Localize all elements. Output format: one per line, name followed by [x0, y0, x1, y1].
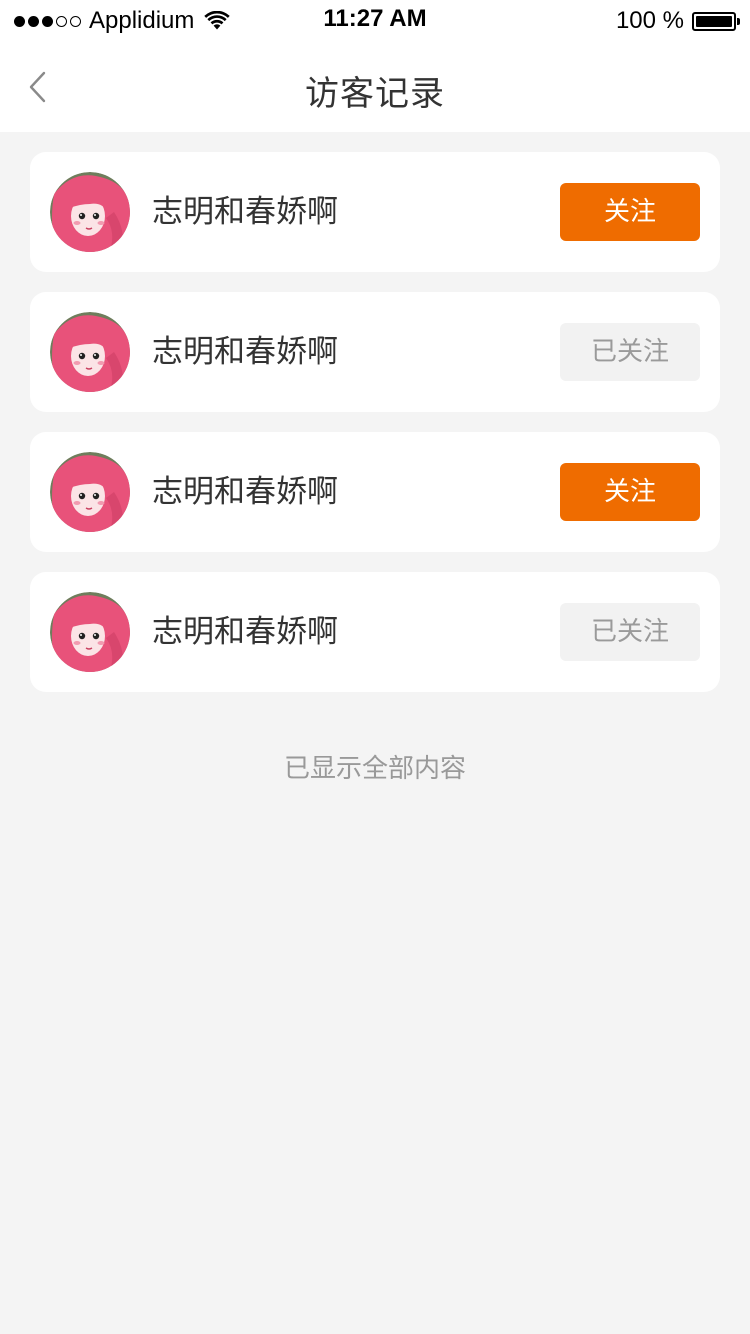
followed-button[interactable]: 已关注 [560, 323, 700, 381]
avatar[interactable] [50, 312, 130, 392]
battery-icon [692, 11, 740, 31]
followed-button[interactable]: 已关注 [560, 603, 700, 661]
follow-button[interactable]: 关注 [560, 183, 700, 241]
visitor-name: 志明和春娇啊 [152, 194, 338, 230]
avatar[interactable] [50, 172, 130, 252]
battery-tip [737, 17, 740, 25]
visitor-name: 志明和春娇啊 [152, 334, 338, 370]
visitor-card[interactable]: 志明和春娇啊 已关注 [30, 292, 720, 412]
avatar[interactable] [50, 452, 130, 532]
battery-fill [696, 15, 732, 27]
status-right: 100 % [615, 6, 740, 36]
end-of-list-text: 已显示全部内容 [283, 754, 466, 784]
visitor-list: 志明和春娇啊 关注 志明和春娇啊 已关注 志明和春娇啊 关注 志明和春娇啊 已关… [30, 152, 720, 712]
visitor-card[interactable]: 志明和春娇啊 关注 [30, 432, 720, 552]
battery-percentage: 100 % [615, 7, 684, 34]
visitor-card[interactable]: 志明和春娇啊 已关注 [30, 572, 720, 692]
page-title: 访客记录 [305, 74, 445, 114]
follow-button[interactable]: 关注 [560, 463, 700, 521]
visitor-name: 志明和春娇啊 [152, 614, 338, 650]
navigation-bar: 访客记录 [0, 40, 750, 132]
visitor-card[interactable]: 志明和春娇啊 关注 [30, 152, 720, 272]
visitor-name: 志明和春娇啊 [152, 474, 338, 510]
status-bar: Applidium 11:27 AM 100 % [0, 0, 750, 40]
avatar[interactable] [50, 592, 130, 672]
